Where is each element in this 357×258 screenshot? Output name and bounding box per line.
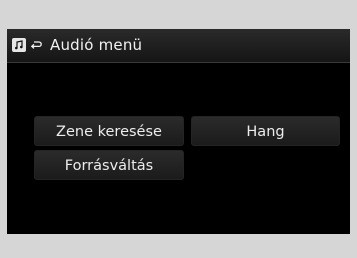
- search-music-button[interactable]: Zene keresése: [34, 116, 184, 146]
- page: Audió menü Zene keresése Hang Forrásvált…: [0, 0, 357, 258]
- title-icons: [12, 37, 44, 53]
- back-arrow-icon[interactable]: [29, 38, 43, 52]
- change-source-button[interactable]: Forrásváltás: [34, 150, 184, 180]
- audio-menu-screen: Audió menü Zene keresése Hang Forrásvált…: [7, 29, 350, 234]
- page-title: Audió menü: [50, 36, 143, 54]
- sound-button[interactable]: Hang: [191, 116, 340, 146]
- music-note-icon: [12, 38, 26, 52]
- title-bar: Audió menü: [7, 29, 350, 63]
